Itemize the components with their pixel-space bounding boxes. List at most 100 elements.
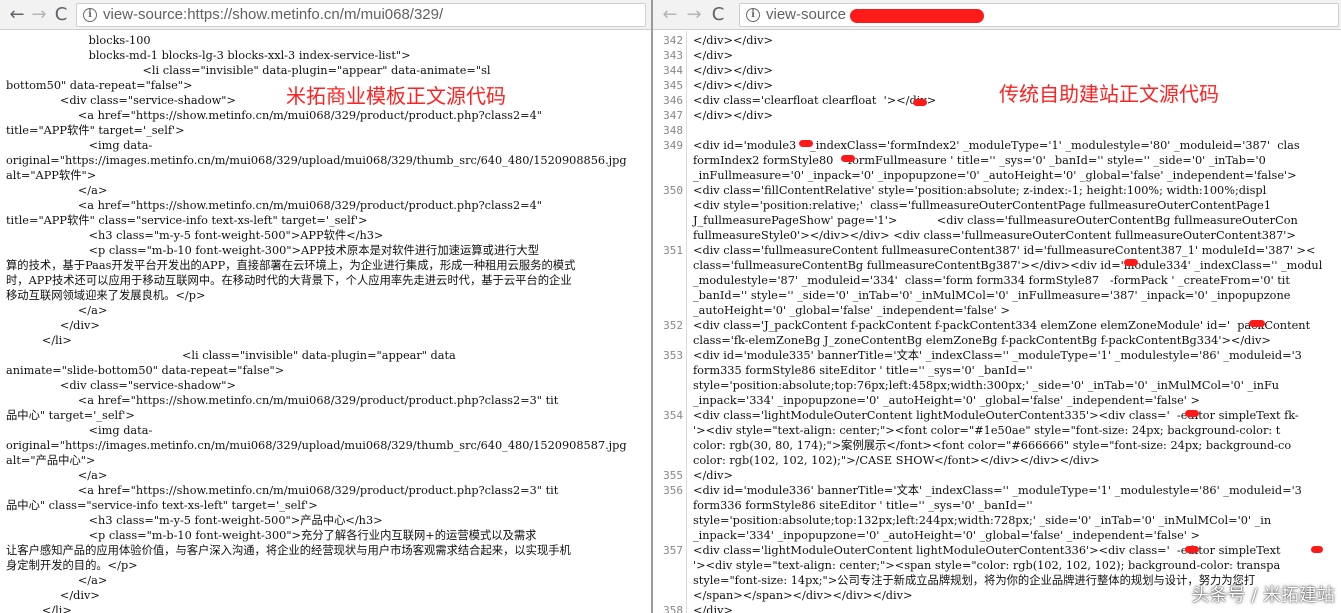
code-line: class='fk-elemZoneBg J_zoneContentBg ele… [693, 334, 1271, 347]
code-line: 让客户感知产品的应用体验价值，与客户深入沟通，将企业的经营现状与用户市场客观需求… [6, 544, 571, 557]
forward-arrow-icon[interactable]: → [28, 4, 50, 26]
redaction-mark [1185, 546, 1199, 553]
code-line: </a> [6, 574, 108, 587]
code-line: <div class='clearfloat clearfloat '></di… [693, 94, 937, 107]
code-line: <img data- [6, 139, 153, 152]
code-line: <div class='fullmeasureContent fullmeasu… [693, 244, 1316, 257]
code-line: <div class="service-shadow"> [6, 94, 236, 107]
code-line: </div> [6, 319, 100, 332]
redaction-mark [850, 9, 984, 23]
code-line: 身定制开发的目的。</p> [6, 559, 138, 572]
source-code-view: 342 343 344 345 346 347 348 349 350 351 352 353 354 3… [653, 31, 1341, 613]
reload-icon[interactable]: C [707, 4, 729, 26]
code-line: </a> [6, 304, 108, 317]
code-line: form335 formStyle86 siteEditor ' title='… [693, 364, 1033, 377]
address-bar[interactable]: i view-source:https://show.metinfo.cn/m/… [76, 3, 646, 27]
code-line: title="APP软件" class="service-info text-x… [6, 214, 368, 227]
code-line: blocks-md-1 blocks-lg-3 blocks-xxl-3 ind… [6, 49, 411, 62]
code-line: alt="APP软件"> [6, 169, 97, 182]
address-bar[interactable]: i view-source [739, 3, 1339, 27]
code-line: formIndex2 formStyle80 -formFullmeasure … [693, 154, 1266, 167]
left-toolbar: ← → C i view-source:https://show.metinfo… [0, 0, 651, 30]
line-number: 358 [663, 604, 683, 613]
code-line: style='position:absolute;top:132px;left:… [693, 514, 1272, 527]
code-line: <div style='position:relative;' class='f… [693, 199, 1272, 212]
code-line: form336 formStyle86 siteEditor ' title='… [693, 499, 1033, 512]
right-browser-window: ← → C i view-source 342 343 344 345 346 347 34… [653, 0, 1341, 613]
line-number: 345 [663, 79, 683, 92]
code-line: _modulestyle='87' _moduleid='334' class=… [693, 274, 1290, 287]
back-arrow-icon[interactable]: ← [6, 4, 28, 26]
code-line: '><div style="text-align: center;"><span… [693, 559, 1281, 572]
info-icon[interactable]: i [746, 8, 760, 22]
code-line: <li class="invisible" data-plugin="appea… [6, 349, 456, 362]
code-line: <div class='fillContentRelative' style='… [693, 184, 1267, 197]
code-line: 算的技术，基于Paas开发平台开发出的APP，直接部署在云环境上，为企业进行集成… [6, 259, 576, 272]
line-number: 352 [663, 319, 683, 332]
code-line: <h3 class="m-y-5 font-weight-500">APP软件<… [6, 229, 384, 242]
code-line: </div> [6, 589, 100, 602]
code-line: _inpack='334' _inpopupzone='0' _autoHeig… [693, 394, 1200, 407]
code-line: <p class="m-b-10 font-weight-300">充分了解各行… [6, 529, 537, 542]
annotation-right: 传统自助建站正文源代码 [999, 82, 1219, 106]
code-line: </div></div> [693, 109, 773, 122]
url-text: view-source [766, 6, 847, 23]
code-line: animate="slide-bottom50" data-repeat="fa… [6, 364, 285, 377]
code-line: </div></div> [693, 64, 773, 77]
code-line: <a href="https://show.metinfo.cn/m/mui06… [6, 484, 559, 497]
code-line: </li> [6, 604, 72, 613]
line-number: 347 [663, 109, 683, 122]
line-number: 355 [663, 469, 683, 482]
code-line: class='fullmeasureContentBg fullmeasureC… [693, 259, 1323, 272]
code-line: <a href="https://show.metinfo.cn/m/mui06… [6, 199, 542, 212]
code-line: 品中心" class="service-info text-xs-left" t… [6, 499, 318, 512]
code-line: alt="产品中心"> [6, 454, 96, 467]
redaction-mark [1124, 259, 1138, 266]
code-line: J_fullmeasurePageShow' page='1'> <div cl… [693, 214, 1298, 227]
code-line: <img data- [6, 424, 153, 437]
redaction-mark [1185, 410, 1199, 417]
source-code-view: blocks-100 blocks-md-1 blocks-lg-3 block… [0, 31, 651, 613]
code-line: <div class='lightModuleOuterContent ligh… [693, 409, 1299, 422]
code-line: _autoHeight='0' _global='false' _indepen… [693, 304, 1010, 317]
code-line: title="APP软件" target='_self'> [6, 124, 185, 137]
line-number: 354 [663, 409, 683, 422]
code-line: '><div style="text-align: center;"><font… [693, 424, 1281, 437]
line-number: 342 [663, 34, 683, 47]
left-browser-window: ← → C i view-source:https://show.metinfo… [0, 0, 651, 613]
back-arrow-icon[interactable]: ← [659, 4, 681, 26]
code-line: </div> [693, 604, 733, 613]
code-line: </div> [693, 469, 733, 482]
redaction-mark [1311, 546, 1323, 553]
code-line: </li> [6, 334, 72, 347]
code-line: <p class="m-b-10 font-weight-300">APP技术原… [6, 244, 540, 257]
redaction-mark [841, 155, 855, 162]
line-number: 344 [663, 64, 683, 77]
line-number: 348 [663, 124, 683, 137]
code-line: style="font-size: 14px;">公司专注于新成立品牌规划，将为… [693, 574, 1256, 587]
code-line: color: rgb(102, 102, 102);">/CASE SHOW</… [693, 454, 1100, 467]
reload-icon[interactable]: C [50, 4, 72, 26]
code-line: </span></span></div></div></div> [693, 589, 913, 602]
forward-arrow-icon[interactable]: → [683, 4, 705, 26]
code-line: 时，APP技术还可以应用于移动互联网中。在移动时代的大背景下，个人应用率先走进云… [6, 274, 572, 287]
line-number: 353 [663, 349, 683, 362]
code-line: <div class="service-shadow"> [6, 379, 236, 392]
code-line: <a href="https://show.metinfo.cn/m/mui06… [6, 394, 559, 407]
code-line: original="https://images.metinfo.cn/m/mu… [6, 154, 627, 167]
code-line: <a href="https://show.metinfo.cn/m/mui06… [6, 109, 542, 122]
code-line: </div></div> [693, 79, 773, 92]
code-line: <div id='module3 ' _indexClass='formInde… [693, 139, 1300, 152]
line-number: 356 [663, 484, 683, 497]
code-line: <li class="invisible" data-plugin="appea… [6, 64, 491, 77]
code-line: <div id='module336' bannerTitle='文本' _in… [693, 484, 1302, 497]
code-line: _inFullmeasure='0' _inpack='0' _inpopupz… [693, 169, 1297, 182]
code-line: 移动互联网领域迎来了发展良机。</p> [6, 289, 206, 302]
line-number-gutter: 342 343 344 345 346 347 348 349 350 351 352 353 354 3… [653, 31, 687, 613]
code-line: _inpack='334' _inpopupzone='0' _autoHeig… [693, 529, 1200, 542]
info-icon[interactable]: i [83, 8, 97, 22]
line-number: 350 [663, 184, 683, 197]
code-line: original="https://images.metinfo.cn/m/mu… [6, 439, 627, 452]
annotation-left: 米拓商业模板正文源代码 [286, 84, 506, 108]
line-number: 349 [663, 139, 683, 152]
